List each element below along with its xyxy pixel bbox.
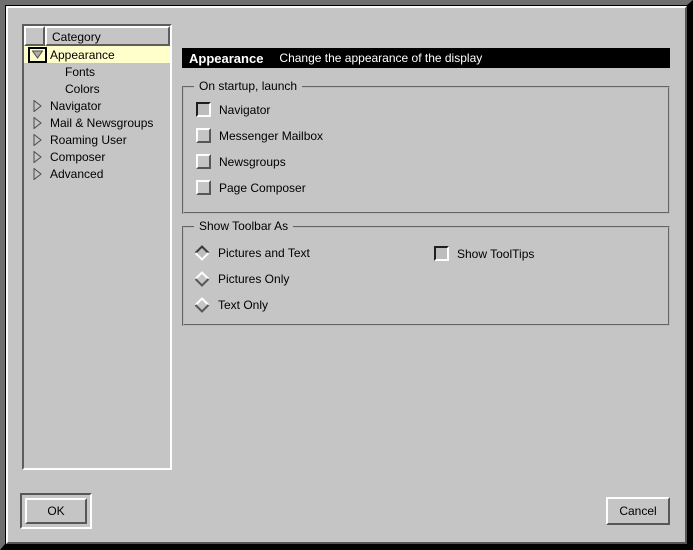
triangle-right-icon[interactable] <box>33 100 42 112</box>
tree-item-fonts[interactable]: Fonts <box>24 63 170 80</box>
checkbox-icon[interactable] <box>196 102 211 117</box>
show-toolbar-as-group-title: Show Toolbar As <box>194 219 293 233</box>
tree-item-label: Roaming User <box>50 133 127 147</box>
tree-item-label: Colors <box>65 82 100 96</box>
triangle-right-icon[interactable] <box>33 168 42 180</box>
window-frame: Category Appearance Fonts Colors <box>0 0 693 550</box>
page-subtitle: Change the appearance of the display <box>279 51 482 65</box>
startup-launch-group-title: On startup, launch <box>194 79 302 93</box>
tree-item-composer[interactable]: Composer <box>24 148 170 165</box>
cancel-button[interactable]: Cancel <box>606 497 670 525</box>
triangle-right-icon[interactable] <box>33 134 42 146</box>
tree-item-roaming-user[interactable]: Roaming User <box>24 131 170 148</box>
radio-selected-icon[interactable] <box>194 245 210 261</box>
checkbox-icon[interactable] <box>196 180 211 195</box>
checkbox-label: Page Composer <box>219 181 306 195</box>
checkbox-label: Messenger Mailbox <box>219 129 323 143</box>
tree-item-appearance[interactable]: Appearance <box>24 46 170 63</box>
checkbox-icon[interactable] <box>434 246 449 261</box>
page-header: Appearance Change the appearance of the … <box>182 48 670 68</box>
category-tree: Category Appearance Fonts Colors <box>22 24 172 470</box>
radio-label: Pictures and Text <box>218 246 310 260</box>
tree-item-label: Advanced <box>50 167 103 181</box>
checkbox-icon[interactable] <box>196 128 211 143</box>
checkbox-label: Show ToolTips <box>457 247 534 261</box>
radio-unselected-icon[interactable] <box>194 271 210 287</box>
checkbox-label: Navigator <box>219 103 270 117</box>
page-title: Appearance <box>189 51 263 66</box>
tree-item-colors[interactable]: Colors <box>24 80 170 97</box>
checkbox-label: Newsgroups <box>219 155 286 169</box>
checkbox-messenger-mailbox[interactable]: Messenger Mailbox <box>196 128 323 143</box>
tree-header-corner <box>24 26 45 46</box>
tree-header: Category <box>24 26 170 46</box>
radio-text-only[interactable]: Text Only <box>194 297 268 313</box>
tree-item-mail-newsgroups[interactable]: Mail & Newsgroups <box>24 114 170 131</box>
checkbox-icon[interactable] <box>196 154 211 169</box>
radio-label: Pictures Only <box>218 272 289 286</box>
tree-item-label: Composer <box>50 150 105 164</box>
radio-unselected-icon[interactable] <box>194 297 210 313</box>
tree-item-navigator[interactable]: Navigator <box>24 97 170 114</box>
startup-launch-group: On startup, launch Navigator Messenger M… <box>182 86 670 214</box>
preferences-dialog: Category Appearance Fonts Colors <box>6 6 687 544</box>
triangle-down-icon <box>32 50 43 59</box>
collapse-toggle-icon[interactable] <box>28 47 47 63</box>
tree-item-advanced[interactable]: Advanced <box>24 165 170 182</box>
checkbox-newsgroups[interactable]: Newsgroups <box>196 154 286 169</box>
ok-button[interactable]: OK <box>25 498 87 524</box>
tree-item-label: Appearance <box>50 48 115 62</box>
radio-pictures-and-text[interactable]: Pictures and Text <box>194 245 310 261</box>
radio-pictures-only[interactable]: Pictures Only <box>194 271 289 287</box>
checkbox-page-composer[interactable]: Page Composer <box>196 180 306 195</box>
tree-item-label: Navigator <box>50 99 101 113</box>
checkbox-show-tooltips[interactable]: Show ToolTips <box>434 246 534 261</box>
tree-header-label: Category <box>45 26 170 46</box>
tree-item-label: Fonts <box>65 65 95 79</box>
show-toolbar-as-group: Show Toolbar As Pictures and Text Pictur… <box>182 226 670 326</box>
tree-item-label: Mail & Newsgroups <box>50 116 153 130</box>
checkbox-navigator[interactable]: Navigator <box>196 102 270 117</box>
triangle-right-icon[interactable] <box>33 117 42 129</box>
radio-label: Text Only <box>218 298 268 312</box>
triangle-right-icon[interactable] <box>33 151 42 163</box>
default-button-ring: OK <box>20 493 92 529</box>
